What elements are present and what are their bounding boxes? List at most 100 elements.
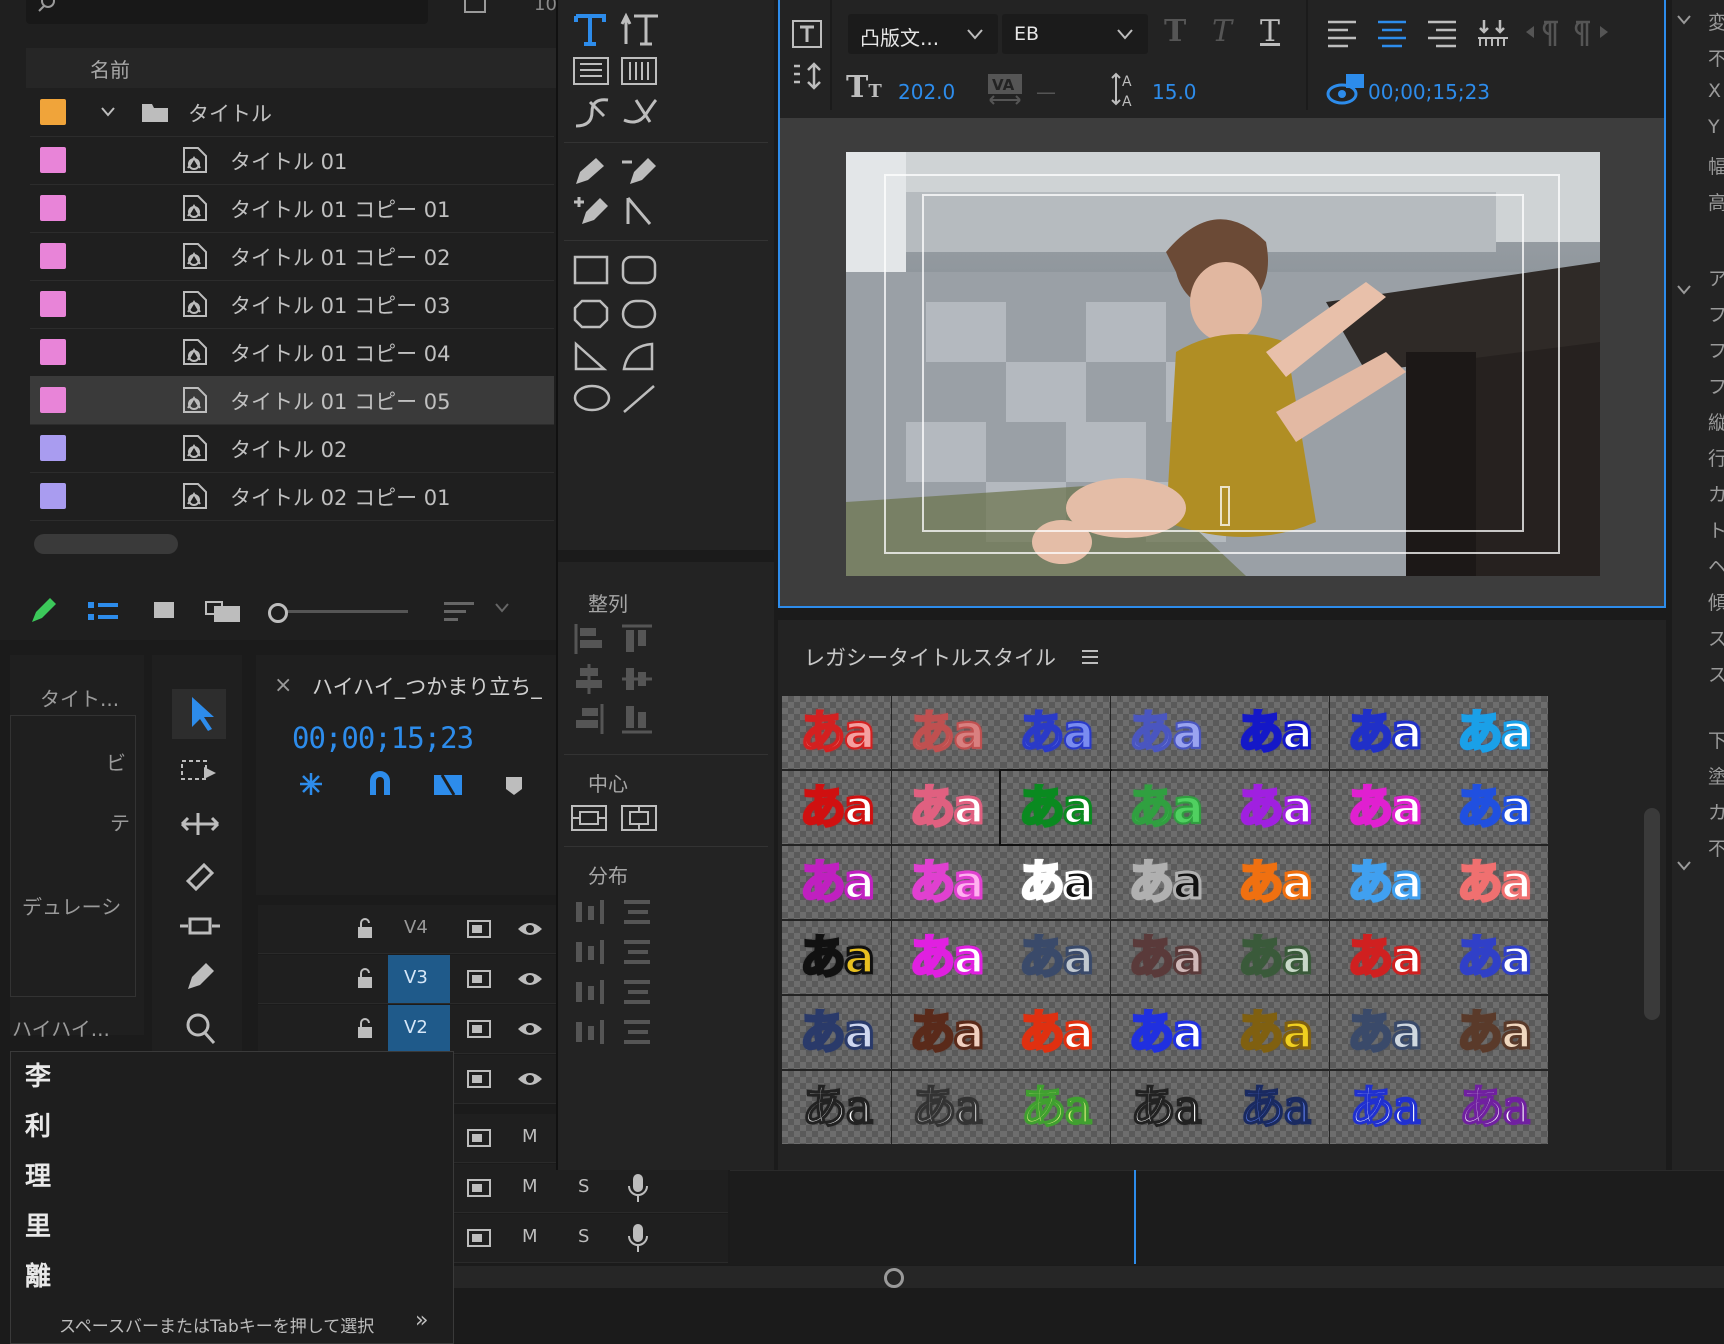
sync-lock-icon[interactable] [466, 1069, 492, 1089]
align-right-icon[interactable] [572, 702, 606, 736]
sequence-tab[interactable]: ハイハイ_つかまり立ち_ [312, 671, 542, 701]
distribute-horizontal-icon[interactable] [572, 936, 608, 970]
sync-lock-icon[interactable] [466, 969, 492, 989]
ripple-edit-icon[interactable] [178, 809, 222, 839]
ellipse-tool-icon[interactable] [572, 382, 612, 414]
distribute-vertical-icon[interactable] [620, 936, 656, 970]
icon-view-icon[interactable] [152, 598, 178, 624]
chevron-down-icon[interactable] [100, 106, 116, 118]
solo-button[interactable]: S [578, 1226, 589, 1247]
slip-icon[interactable] [178, 911, 222, 941]
kerning-value[interactable]: — [1036, 80, 1056, 104]
style-swatch[interactable]: あa [782, 771, 891, 844]
selection-tool[interactable] [172, 689, 226, 739]
ime-candidate[interactable]: 利 [25, 1106, 51, 1143]
sync-lock-icon[interactable] [466, 1178, 492, 1198]
zoom-handle[interactable] [884, 1268, 904, 1288]
linked-selection-icon[interactable] [432, 769, 464, 799]
style-swatch[interactable]: あa [1439, 996, 1548, 1069]
leading-value[interactable]: 15.0 [1152, 80, 1197, 104]
ime-candidate[interactable]: 里 [25, 1206, 51, 1243]
list-view-icon[interactable] [86, 598, 120, 624]
label-color-swatch[interactable] [40, 387, 66, 413]
project-item-row[interactable]: タイトル 02 コピー 01 [30, 472, 554, 521]
align-text-center-icon[interactable] [1376, 18, 1408, 48]
style-swatch[interactable]: あa [1220, 921, 1329, 994]
style-swatch[interactable]: あa [782, 921, 891, 994]
lock-icon[interactable] [356, 1017, 374, 1039]
project-item-row[interactable]: タイトル 01 [30, 136, 554, 185]
chevron-down-icon[interactable] [1676, 284, 1692, 296]
style-swatch[interactable]: あa [891, 921, 1001, 994]
pen-tool-icon[interactable] [572, 154, 608, 188]
area-type-tool-icon[interactable] [572, 56, 610, 88]
title-based-on-icon[interactable] [790, 18, 824, 50]
style-swatch[interactable]: あa [1439, 846, 1548, 919]
project-item-row[interactable]: タイトル 02 [30, 424, 554, 473]
ime-hint-arrow[interactable]: » [415, 1308, 428, 1333]
zoom-icon[interactable] [182, 1011, 218, 1047]
video-track-header[interactable]: V4 [258, 905, 558, 954]
rectangle-tool-icon[interactable] [572, 254, 610, 286]
rounded-rectangle-tool-icon[interactable] [620, 254, 658, 286]
center-horizontal-icon[interactable] [570, 802, 608, 834]
distribute-vertical-icon[interactable] [620, 896, 656, 930]
style-swatch[interactable]: あa [1439, 696, 1548, 769]
rounded-corner-rectangle-tool-icon[interactable] [620, 298, 658, 330]
lock-icon[interactable] [356, 917, 374, 939]
line-tool-icon[interactable] [620, 382, 658, 416]
style-swatch[interactable]: あa [891, 846, 1001, 919]
italic-icon[interactable]: T [1212, 14, 1232, 49]
track-select-icon[interactable] [180, 757, 220, 787]
center-vertical-icon[interactable] [620, 802, 658, 834]
freeform-view-icon[interactable] [204, 598, 244, 624]
distribute-horizontal-icon[interactable] [572, 1016, 608, 1050]
label-color-swatch[interactable] [40, 147, 66, 173]
eye-icon[interactable] [516, 919, 544, 939]
wedge-tool-icon[interactable] [572, 340, 610, 372]
ime-candidate[interactable]: 理 [25, 1156, 51, 1193]
video-track-header[interactable]: V3 [258, 955, 558, 1004]
type-tool-icon[interactable] [572, 12, 608, 48]
align-bottom-icon[interactable] [620, 702, 654, 736]
style-swatch[interactable]: あa [1329, 771, 1439, 844]
text-cursor[interactable] [1220, 486, 1230, 526]
background-timecode[interactable]: 00;00;15;23 [1368, 80, 1490, 104]
paragraph-rtl-icon[interactable] [1572, 18, 1610, 48]
style-swatch[interactable]: あa [1329, 1071, 1439, 1144]
marker-icon[interactable] [504, 775, 524, 797]
arc-tool-icon[interactable] [620, 340, 658, 372]
solo-button[interactable]: S [578, 1176, 589, 1197]
vertical-area-type-tool-icon[interactable] [620, 56, 658, 88]
horizontal-scrollbar[interactable] [34, 534, 178, 554]
style-swatch[interactable]: あa [1110, 696, 1220, 769]
vertical-path-type-tool-icon[interactable] [620, 96, 660, 132]
font-style-select[interactable]: EB [1002, 14, 1148, 54]
label-color-swatch[interactable] [40, 99, 66, 125]
distribute-vertical-icon[interactable] [620, 1016, 656, 1050]
style-swatch[interactable]: あa [999, 769, 1112, 846]
tab-stops-icon[interactable] [1476, 18, 1510, 48]
track-target[interactable]: V3 [388, 955, 450, 1003]
eye-icon[interactable] [516, 969, 544, 989]
find-icon[interactable] [462, 0, 488, 16]
style-swatch[interactable]: あa [891, 696, 1001, 769]
font-size-value[interactable]: 202.0 [898, 80, 955, 104]
style-swatch[interactable]: あa [1329, 996, 1439, 1069]
label-color-swatch[interactable] [40, 435, 66, 461]
microphone-icon[interactable] [626, 1172, 650, 1204]
style-swatch[interactable]: あa [1329, 921, 1439, 994]
chevron-down-icon[interactable] [494, 602, 510, 614]
align-text-left-icon[interactable] [1326, 18, 1358, 48]
style-swatch[interactable]: あa [1110, 771, 1220, 844]
align-top-icon[interactable] [620, 622, 654, 656]
track-target[interactable]: V4 [388, 905, 450, 953]
style-swatch[interactable]: あa [1220, 996, 1329, 1069]
distribute-horizontal-icon[interactable] [572, 896, 608, 930]
eye-icon[interactable] [516, 1069, 544, 1089]
distribute-horizontal-icon[interactable] [572, 976, 608, 1010]
timeline-playhead[interactable] [1134, 1170, 1136, 1264]
show-background-video-icon[interactable] [1326, 72, 1366, 106]
style-swatch[interactable]: あa [1110, 996, 1220, 1069]
timeline-track-area[interactable] [730, 1170, 1724, 1265]
